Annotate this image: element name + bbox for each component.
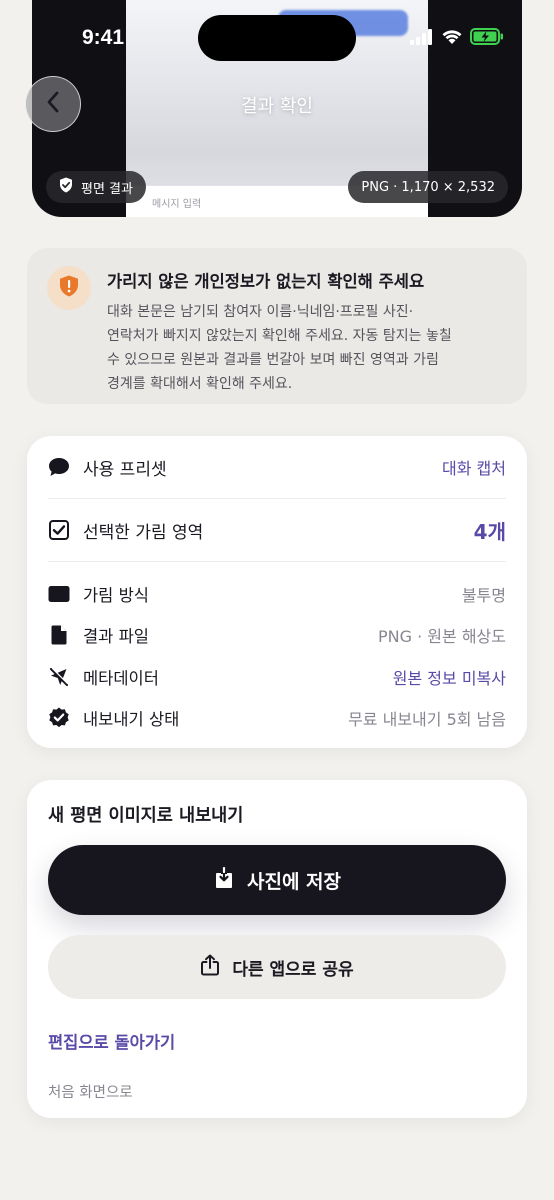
method-label: 가림 방식 <box>83 585 149 605</box>
save-to-photos-button[interactable]: 사진에 저장 <box>48 845 506 915</box>
metadata-value: 원본 정보 미복사 <box>392 668 506 688</box>
preset-value: 대화 캡처 <box>442 459 506 478</box>
file-row: 결과 파일 PNG · 원본 해상도 <box>48 615 506 657</box>
method-value: 불투명 <box>461 585 506 605</box>
privacy-notice: 가리지 않은 개인정보가 없는지 확인해 주세요 대화 본문은 남기되 참여자 … <box>27 248 527 404</box>
notice-line: 수 있으므로 원본과 결과를 번갈아 보며 빠진 영역과 가림 <box>107 352 439 368</box>
notice-body: 대화 본문은 남기되 참여자 이름·닉네임·프로필 사진· 연락처가 빠지지 않… <box>107 300 505 396</box>
verified-badge-icon <box>48 707 70 729</box>
metadata-row: 메타데이터 원본 정보 미복사 <box>48 656 506 698</box>
export-status-value: 무료 내보내기 5회 남음 <box>348 710 506 730</box>
filled-rectangle-icon <box>48 583 70 605</box>
notice-line: 경계를 확대해서 확인해 주세요. <box>107 376 293 392</box>
shield-check-icon <box>59 177 73 197</box>
save-download-icon <box>213 866 235 894</box>
export-summary-card: 사용 프리셋 대화 캡처 선택한 가림 영역 4개 가림 방식 불투명 결과 파… <box>27 436 527 748</box>
share-label: 다른 앱으로 공유 <box>232 959 354 980</box>
warning-shield-icon <box>59 275 79 301</box>
back-to-edit-link[interactable]: 편집으로 돌아가기 <box>48 1029 506 1053</box>
regions-row[interactable]: 선택한 가림 영역 4개 <box>48 499 506 561</box>
home-link[interactable]: 처음 화면으로 <box>48 1081 506 1102</box>
export-title: 새 평면 이미지로 내보내기 <box>48 806 244 826</box>
notice-title: 가리지 않은 개인정보가 없는지 확인해 주세요 <box>107 272 425 291</box>
result-mode-chip: 평면 결과 <box>46 171 146 203</box>
export-card: 새 평면 이미지로 내보내기 사진에 저장 다른 앱으로 공유 편집으로 돌아가… <box>27 780 527 1118</box>
share-icon <box>200 954 220 981</box>
share-button[interactable]: 다른 앱으로 공유 <box>48 935 506 999</box>
wifi-icon <box>441 29 463 49</box>
warning-badge <box>47 266 91 310</box>
preset-label: 사용 프리셋 <box>83 459 167 480</box>
signal-icon <box>410 28 434 49</box>
export-status-row: 내보내기 상태 무료 내보내기 5회 남음 <box>48 698 506 740</box>
notice-line: 대화 본문은 남기되 참여자 이름·닉네임·프로필 사진· <box>107 304 414 320</box>
document-icon <box>48 624 70 646</box>
status-time: 9:41 <box>82 26 125 49</box>
notice-line: 연락처가 빠지지 않았는지 확인해 주세요. 자동 탐지는 놓칠 <box>107 328 452 344</box>
status-icons <box>410 28 504 49</box>
file-info-chip: PNG · 1,170 × 2,532 <box>348 171 508 203</box>
result-mode-label: 평면 결과 <box>81 181 133 197</box>
metadata-label: 메타데이터 <box>83 668 159 688</box>
file-value: PNG · 원본 해상도 <box>378 627 506 647</box>
file-label: 결과 파일 <box>83 627 149 647</box>
method-row: 가림 방식 불투명 <box>48 573 506 615</box>
battery-charging-icon <box>470 28 504 49</box>
preset-row[interactable]: 사용 프리셋 대화 캡처 <box>48 436 506 498</box>
location-off-icon <box>48 666 70 688</box>
regions-label: 선택한 가림 영역 <box>83 522 204 543</box>
regions-value: 4개 <box>473 519 506 544</box>
page-title: 결과 확인 <box>241 96 313 117</box>
dynamic-island <box>198 15 356 61</box>
checkbox-checked-icon <box>48 519 70 541</box>
export-status-label: 내보내기 상태 <box>83 710 180 730</box>
chat-bubble-icon <box>48 456 70 478</box>
save-to-photos-label: 사진에 저장 <box>246 870 341 893</box>
